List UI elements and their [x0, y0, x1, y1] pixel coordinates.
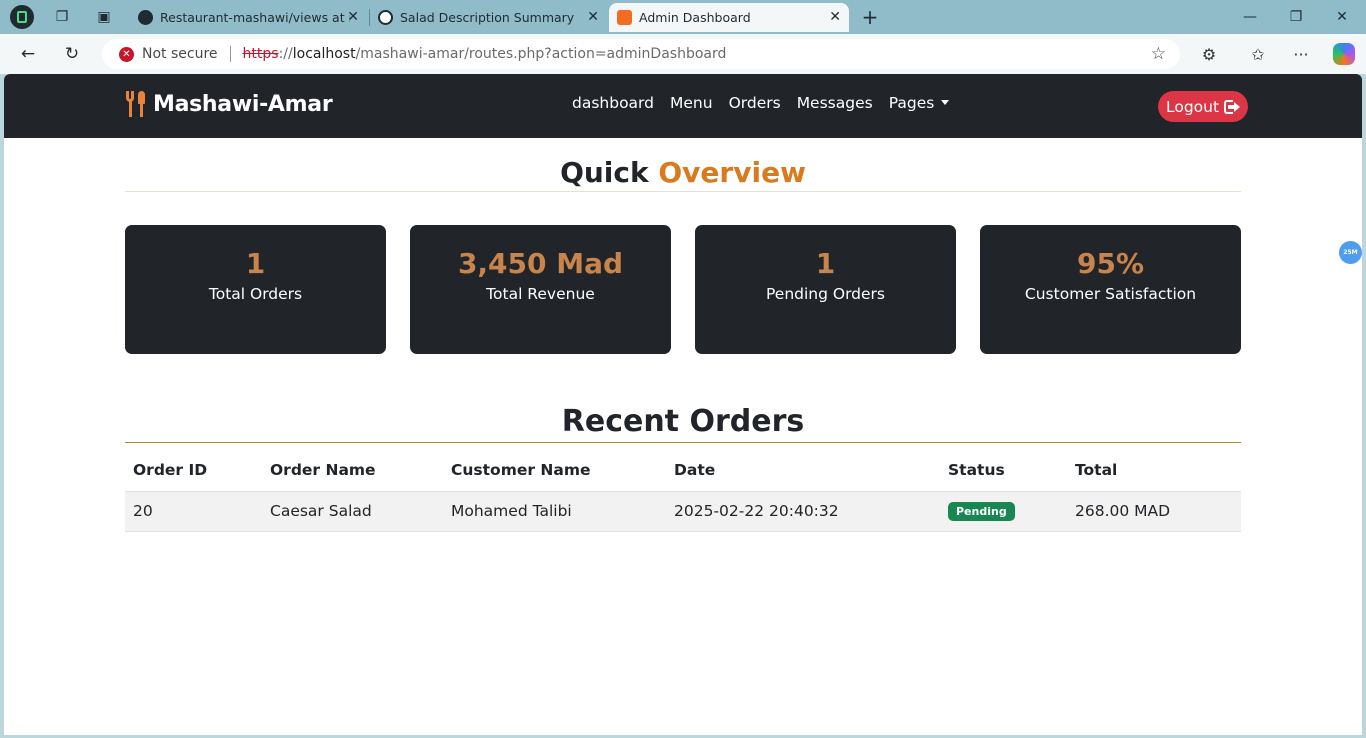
tab-restaurant-mashawi[interactable]: Restaurant-mashawi/views at main ✕ — [130, 3, 367, 32]
minimize-icon: — — [1243, 9, 1257, 25]
brand-logo[interactable]: Mashawi-Amar — [125, 91, 333, 117]
main-nav: dashboard Menu Orders Messages Pages — [572, 94, 965, 112]
favorites-icon: ✩ — [1251, 44, 1265, 64]
profile-avatar-icon — [10, 5, 34, 29]
favorites-button[interactable]: ✩ — [1245, 42, 1271, 66]
date-cell: 2025-02-22 20:40:32 — [666, 491, 940, 532]
copilot-icon[interactable] — [1333, 43, 1355, 65]
brand-name: Mashawi-Amar — [153, 91, 333, 117]
close-window-button[interactable]: ✕ — [1319, 5, 1365, 29]
restore-button[interactable]: ❐ — [1273, 5, 1319, 29]
favorite-star-icon[interactable]: ☆ — [1151, 44, 1166, 64]
total-cell: 268.00 MAD — [1067, 491, 1241, 532]
close-icon[interactable]: ✕ — [347, 9, 359, 25]
more-dots-icon: ··· — [1293, 44, 1309, 64]
restore-icon: ❐ — [1289, 9, 1303, 25]
stat-label: Pending Orders — [765, 285, 885, 303]
arrow-left-icon: ← — [20, 44, 36, 64]
stat-value: 1 — [815, 247, 836, 280]
logout-button[interactable]: Logout — [1158, 91, 1249, 122]
nav-link-messages[interactable]: Messages — [797, 94, 873, 112]
nav-link-orders[interactable]: Orders — [729, 94, 781, 112]
customer-name-cell: Mohamed Talibi — [443, 491, 666, 532]
logout-label: Logout — [1166, 97, 1220, 116]
xampp-icon — [617, 10, 632, 25]
table-header-row: Order ID Order Name Customer Name Date S… — [125, 449, 1241, 492]
heading-part-2: Overview — [658, 156, 806, 189]
address-bar[interactable]: ✕ Not secure https://localhost/mashawi-a… — [102, 39, 1180, 69]
extension-floating-badge[interactable]: 25M — [1339, 241, 1362, 264]
recent-orders-heading: Recent Orders — [561, 404, 805, 439]
stat-label: Customer Satisfaction — [1024, 285, 1197, 303]
quick-overview-heading: Quick Overview — [4, 156, 1362, 189]
nav-dropdown-pages[interactable]: Pages — [889, 94, 950, 112]
security-status[interactable]: Not secure — [142, 46, 218, 62]
stat-card-total-orders: 1 Total Orders — [125, 225, 386, 354]
column-header: Total — [1067, 449, 1241, 492]
url-scheme: https — [242, 46, 279, 62]
recent-orders-table: Order ID Order Name Customer Name Date S… — [125, 449, 1241, 532]
column-header: Customer Name — [443, 449, 666, 492]
stat-label: Total Revenue — [486, 285, 595, 303]
tab-actions-icon: ▣ — [97, 9, 111, 25]
status-cell: Pending — [940, 491, 1067, 532]
plus-icon: + — [861, 5, 879, 29]
heading-part-1: Quick — [560, 156, 649, 189]
nav-link-dashboard[interactable]: dashboard — [572, 94, 654, 112]
omnibox-divider — [229, 46, 231, 62]
tab-title: Restaurant-mashawi/views at main — [160, 10, 350, 25]
url-host: localhost — [292, 46, 356, 62]
back-button[interactable]: ← — [14, 41, 42, 67]
new-tab-button[interactable]: + — [856, 5, 884, 29]
stat-value: 3,450 Mad — [457, 247, 624, 280]
table-row: 20 Caesar Salad Mohamed Talibi 2025-02-2… — [125, 491, 1241, 532]
reload-icon: ↻ — [64, 44, 80, 64]
column-header: Order Name — [262, 449, 443, 492]
tab-admin-dashboard[interactable]: Admin Dashboard ✕ — [609, 3, 849, 32]
tab-title: Salad Description Summary — [400, 10, 575, 25]
url-separator: :// — [278, 46, 293, 62]
browser-toolbar: ← ↻ ✕ Not secure https://localhost/masha… — [0, 34, 1366, 74]
heading-divider — [125, 442, 1241, 443]
page-viewport: Mashawi-Amar dashboard Menu Orders Messa… — [4, 74, 1362, 735]
order-id-cell: 20 — [125, 491, 262, 532]
puzzle-icon: ⚙ — [1201, 44, 1217, 64]
minimize-button[interactable]: — — [1227, 5, 1273, 29]
url-path: /mashawi-amar/routes.php?action=adminDas… — [355, 46, 727, 62]
tab-salad-description[interactable]: Salad Description Summary ✕ — [370, 3, 607, 32]
extensions-button[interactable]: ⚙ — [1196, 42, 1222, 66]
stat-value: 95% — [1076, 247, 1145, 280]
stat-value: 1 — [245, 247, 266, 280]
stat-card-customer-satisfaction: 95% Customer Satisfaction — [980, 225, 1241, 354]
browser-tab-strip: ❐ ▣ Restaurant-mashawi/views at main ✕ S… — [0, 0, 1366, 34]
stat-label: Total Orders — [208, 285, 303, 303]
column-header: Date — [666, 449, 940, 492]
site-navbar: Mashawi-Amar dashboard Menu Orders Messa… — [4, 74, 1362, 138]
not-secure-icon: ✕ — [119, 46, 134, 62]
sign-out-icon — [1224, 99, 1241, 114]
reload-button[interactable]: ↻ — [58, 41, 86, 67]
close-icon: ✕ — [1336, 9, 1348, 25]
order-name-cell: Caesar Salad — [262, 491, 443, 532]
status-badge: Pending — [948, 502, 1015, 521]
chatgpt-icon — [378, 10, 393, 25]
close-icon[interactable]: ✕ — [829, 9, 841, 25]
vertical-tabs-button[interactable]: ▣ — [90, 5, 118, 29]
stat-card-pending-orders: 1 Pending Orders — [695, 225, 956, 354]
github-icon — [138, 10, 153, 25]
utensils-icon — [125, 91, 147, 117]
tab-title: Admin Dashboard — [639, 10, 751, 25]
stat-card-total-revenue: 3,450 Mad Total Revenue — [410, 225, 671, 354]
workspaces-icon: ❐ — [55, 9, 69, 25]
settings-menu-button[interactable]: ··· — [1288, 42, 1314, 66]
column-header: Status — [940, 449, 1067, 492]
browser-profile-button[interactable] — [8, 5, 36, 29]
close-icon[interactable]: ✕ — [587, 9, 599, 25]
column-header: Order ID — [125, 449, 262, 492]
heading-divider — [125, 191, 1241, 192]
workspaces-button[interactable]: ❐ — [48, 5, 76, 29]
nav-link-menu[interactable]: Menu — [670, 94, 713, 112]
